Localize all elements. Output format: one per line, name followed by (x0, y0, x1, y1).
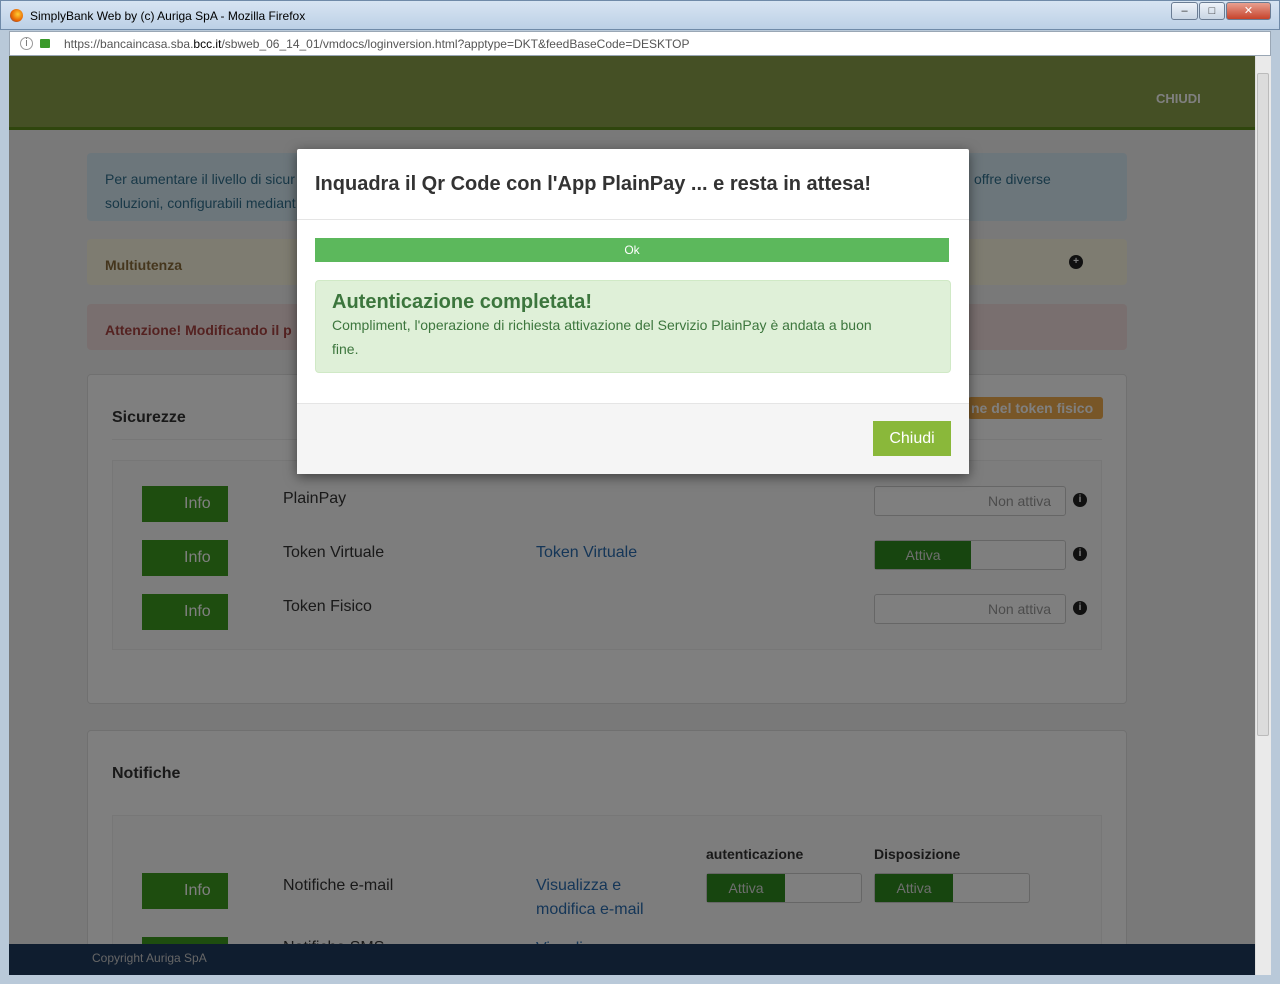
url-bar[interactable]: i https://bancaincasa.sba.bcc.it/sbweb_0… (9, 31, 1271, 56)
alert-text: Compliment, l'operazione di richiesta at… (332, 317, 872, 333)
close-button[interactable]: Chiudi (873, 421, 951, 456)
alert-text-line2: fine. (332, 341, 359, 357)
success-alert: Autenticazione completata! Compliment, l… (315, 280, 951, 373)
modal-dialog: Inquadra il Qr Code con l'App PlainPay .… (297, 149, 969, 474)
url-text[interactable]: https://bancaincasa.sba.bcc.it/sbweb_06_… (64, 37, 690, 51)
minimize-button[interactable]: – (1171, 2, 1198, 20)
info-icon[interactable]: i (20, 37, 33, 50)
window-titlebar: SimplyBank Web by (c) Auriga SpA - Mozil… (0, 0, 1280, 30)
alert-title: Autenticazione completata! (332, 291, 593, 313)
window-title: SimplyBank Web by (c) Auriga SpA - Mozil… (30, 9, 306, 23)
lock-icon (40, 39, 50, 48)
progress-label: Ok (624, 243, 640, 257)
maximize-button[interactable]: □ (1199, 2, 1225, 20)
modal-title: Inquadra il Qr Code con l'App PlainPay .… (315, 173, 872, 195)
progress-bar: Ok (315, 238, 949, 262)
scrollbar-thumb[interactable] (1257, 73, 1269, 736)
firefox-icon (10, 9, 23, 22)
close-window-button[interactable]: ✕ (1226, 2, 1271, 20)
